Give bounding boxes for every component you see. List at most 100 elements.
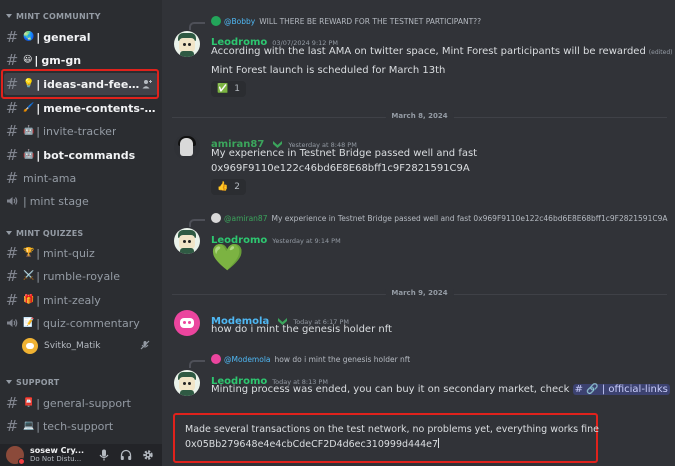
channel-rumble-royale[interactable]: # ⚔️ | rumble-royale [4, 265, 158, 287]
reply-text: My experience in Testnet Bridge passed w… [271, 213, 668, 223]
message-composer[interactable]: Made several transactions on the test ne… [173, 413, 600, 463]
reply-reference[interactable]: @Modemola how do i mint the genesis hold… [211, 353, 410, 365]
channel-name: invite-tracker [42, 124, 117, 138]
check-icon: ✅ [217, 84, 229, 94]
message-text: According with the last AMA on twitter s… [211, 46, 673, 57]
username: sosew Cry... [30, 446, 85, 455]
channel-name: general [43, 30, 91, 44]
channel-mint-zealy[interactable]: # 🎁 | mint-zealy [4, 289, 158, 311]
muted-icon [140, 340, 150, 353]
channel-emoji: 🤖 [23, 150, 35, 160]
thumbs-up-icon: 👍 [217, 182, 229, 192]
avatar[interactable] [174, 134, 200, 160]
channel-quiz-commentary[interactable]: 📝 | quiz-commentary [4, 312, 158, 334]
reaction-thumbs-up[interactable]: 👍 2 [211, 179, 246, 195]
date-divider: March 9, 2024 [172, 289, 667, 297]
channel-name: mint-quiz [42, 246, 95, 260]
channel-name: quiz-commentary [42, 316, 140, 330]
hash-icon: # [5, 51, 19, 69]
discord-logo-icon [180, 318, 194, 328]
avatar[interactable] [6, 446, 25, 465]
category-mint-community[interactable]: MINT COMMUNITY [6, 12, 101, 21]
user-status: Do Not Distu... [30, 455, 82, 463]
channel-general[interactable]: # 🌏 | general [4, 26, 158, 48]
reply-author: @Modemola [224, 354, 271, 364]
reply-reference[interactable]: @Bobby WILL THERE BE REWARD FOR THE TEST… [211, 15, 481, 27]
voice-participant[interactable]: Svitko_Matik [22, 336, 158, 356]
channel-emoji: ⚔️ [23, 271, 35, 281]
channel-name: mint-zealy [42, 293, 101, 307]
hash-icon: # [5, 99, 19, 117]
gear-icon[interactable] [138, 446, 158, 464]
hash-icon: # [5, 417, 19, 435]
stage-speaker-icon [4, 196, 20, 206]
channel-name: meme-contents-sh... [43, 101, 158, 115]
voice-participant-name: Svitko_Matik [44, 341, 101, 351]
channel-mint-stage[interactable]: | mint stage [4, 190, 158, 212]
channel-gm-gn[interactable]: # 😃 | gm-gn [4, 49, 158, 71]
category-support[interactable]: SUPPORT [6, 378, 59, 387]
channel-emoji: 📝 [23, 318, 35, 328]
reply-reference[interactable]: @amiran87 My experience in Testnet Bridg… [211, 212, 671, 224]
avatar [211, 354, 221, 364]
chevron-down-icon [6, 380, 12, 384]
channel-mint-quiz[interactable]: # 🏆 | mint-quiz [4, 242, 158, 264]
user-info[interactable]: sosew Cry... Do Not Distu... [30, 446, 92, 464]
message-text: Minting process was ended, you can buy i… [211, 384, 670, 395]
channel-ideas-and-feedback[interactable]: # 💡 | ideas-and-feedba... [4, 73, 158, 95]
channel-emoji: 🎁 [23, 295, 35, 305]
avatar [211, 213, 221, 223]
text-caret [438, 438, 440, 448]
reaction-checkmark[interactable]: ✅ 1 [211, 81, 246, 97]
reply-connector [189, 219, 205, 227]
channel-name: gm-gn [41, 53, 82, 67]
channel-bot-commands[interactable]: # 🤖 | bot-commands [4, 144, 158, 166]
category-mint-quizzes[interactable]: MINT QUIZZES [6, 229, 83, 238]
hash-icon: # [5, 122, 19, 140]
composer-text-line: 0x05Bb279648e4e4cbCdeCF2D4d6ec310999d444… [185, 438, 440, 450]
reaction-count: 2 [234, 182, 240, 192]
avatar [211, 16, 221, 26]
microphone-icon[interactable] [94, 446, 114, 464]
chevron-down-icon [6, 14, 12, 18]
reaction-count: 1 [234, 84, 240, 94]
message-list: @Bobby WILL THERE BE REWARD FOR THE TEST… [162, 0, 675, 466]
channel-emoji: 🏆 [23, 248, 35, 258]
channel-invite-tracker[interactable]: # 🤖 | invite-tracker [4, 120, 158, 142]
channel-mention-link[interactable]: # 🔗 | official-links [572, 384, 670, 395]
headphones-icon[interactable] [116, 446, 136, 464]
channel-name: mint stage [29, 194, 89, 208]
composer-text-line: Made several transactions on the test ne… [185, 424, 600, 435]
avatar[interactable] [174, 310, 200, 336]
avatar[interactable] [174, 228, 200, 254]
create-invite-icon[interactable] [142, 79, 152, 92]
channel-name: rumble-royale [42, 269, 121, 283]
channel-emoji: 💻 [23, 421, 35, 431]
channel-general-support[interactable]: # 📮 | general-support [4, 392, 158, 414]
message-text: 0x969F9110e122c46bd6E8E68bff1c9F2821591C… [211, 163, 470, 174]
channel-tech-support[interactable]: # 💻 | tech-support [4, 415, 158, 437]
avatar[interactable] [174, 31, 200, 57]
message-timestamp: Yesterday at 9:14 PM [272, 237, 341, 245]
reply-author: @amiran87 [224, 213, 268, 223]
message-text: Mint Forest launch is scheduled for Marc… [211, 65, 446, 76]
user-panel: sosew Cry... Do Not Distu... [0, 444, 162, 466]
hash-icon: # [5, 291, 19, 309]
channel-emoji: 🤖 [23, 126, 35, 136]
edited-label: (edited) [648, 49, 673, 56]
channel-mint-ama[interactable]: # mint-ama [4, 167, 158, 189]
message-text: how do i mint the genesis holder nft [211, 324, 392, 335]
channel-name: ideas-and-feedba... [43, 77, 141, 91]
reply-text: how do i mint the genesis holder nft [274, 354, 411, 364]
hash-icon: # [5, 28, 19, 46]
hash-icon: # [5, 146, 19, 164]
channel-sidebar: MINT COMMUNITY # 🌏 | general # 😃 | gm-gn… [0, 0, 162, 466]
hash-icon: # [5, 394, 19, 412]
reply-connector [189, 360, 205, 368]
avatar[interactable] [174, 370, 200, 396]
channel-meme-contents[interactable]: # 🖌️ | meme-contents-sh... [4, 97, 158, 119]
message-text: My experience in Testnet Bridge passed w… [211, 148, 478, 159]
channel-emoji: 🌏 [23, 32, 35, 42]
channel-name: mint-ama [23, 171, 77, 185]
hash-icon: # [5, 244, 19, 262]
